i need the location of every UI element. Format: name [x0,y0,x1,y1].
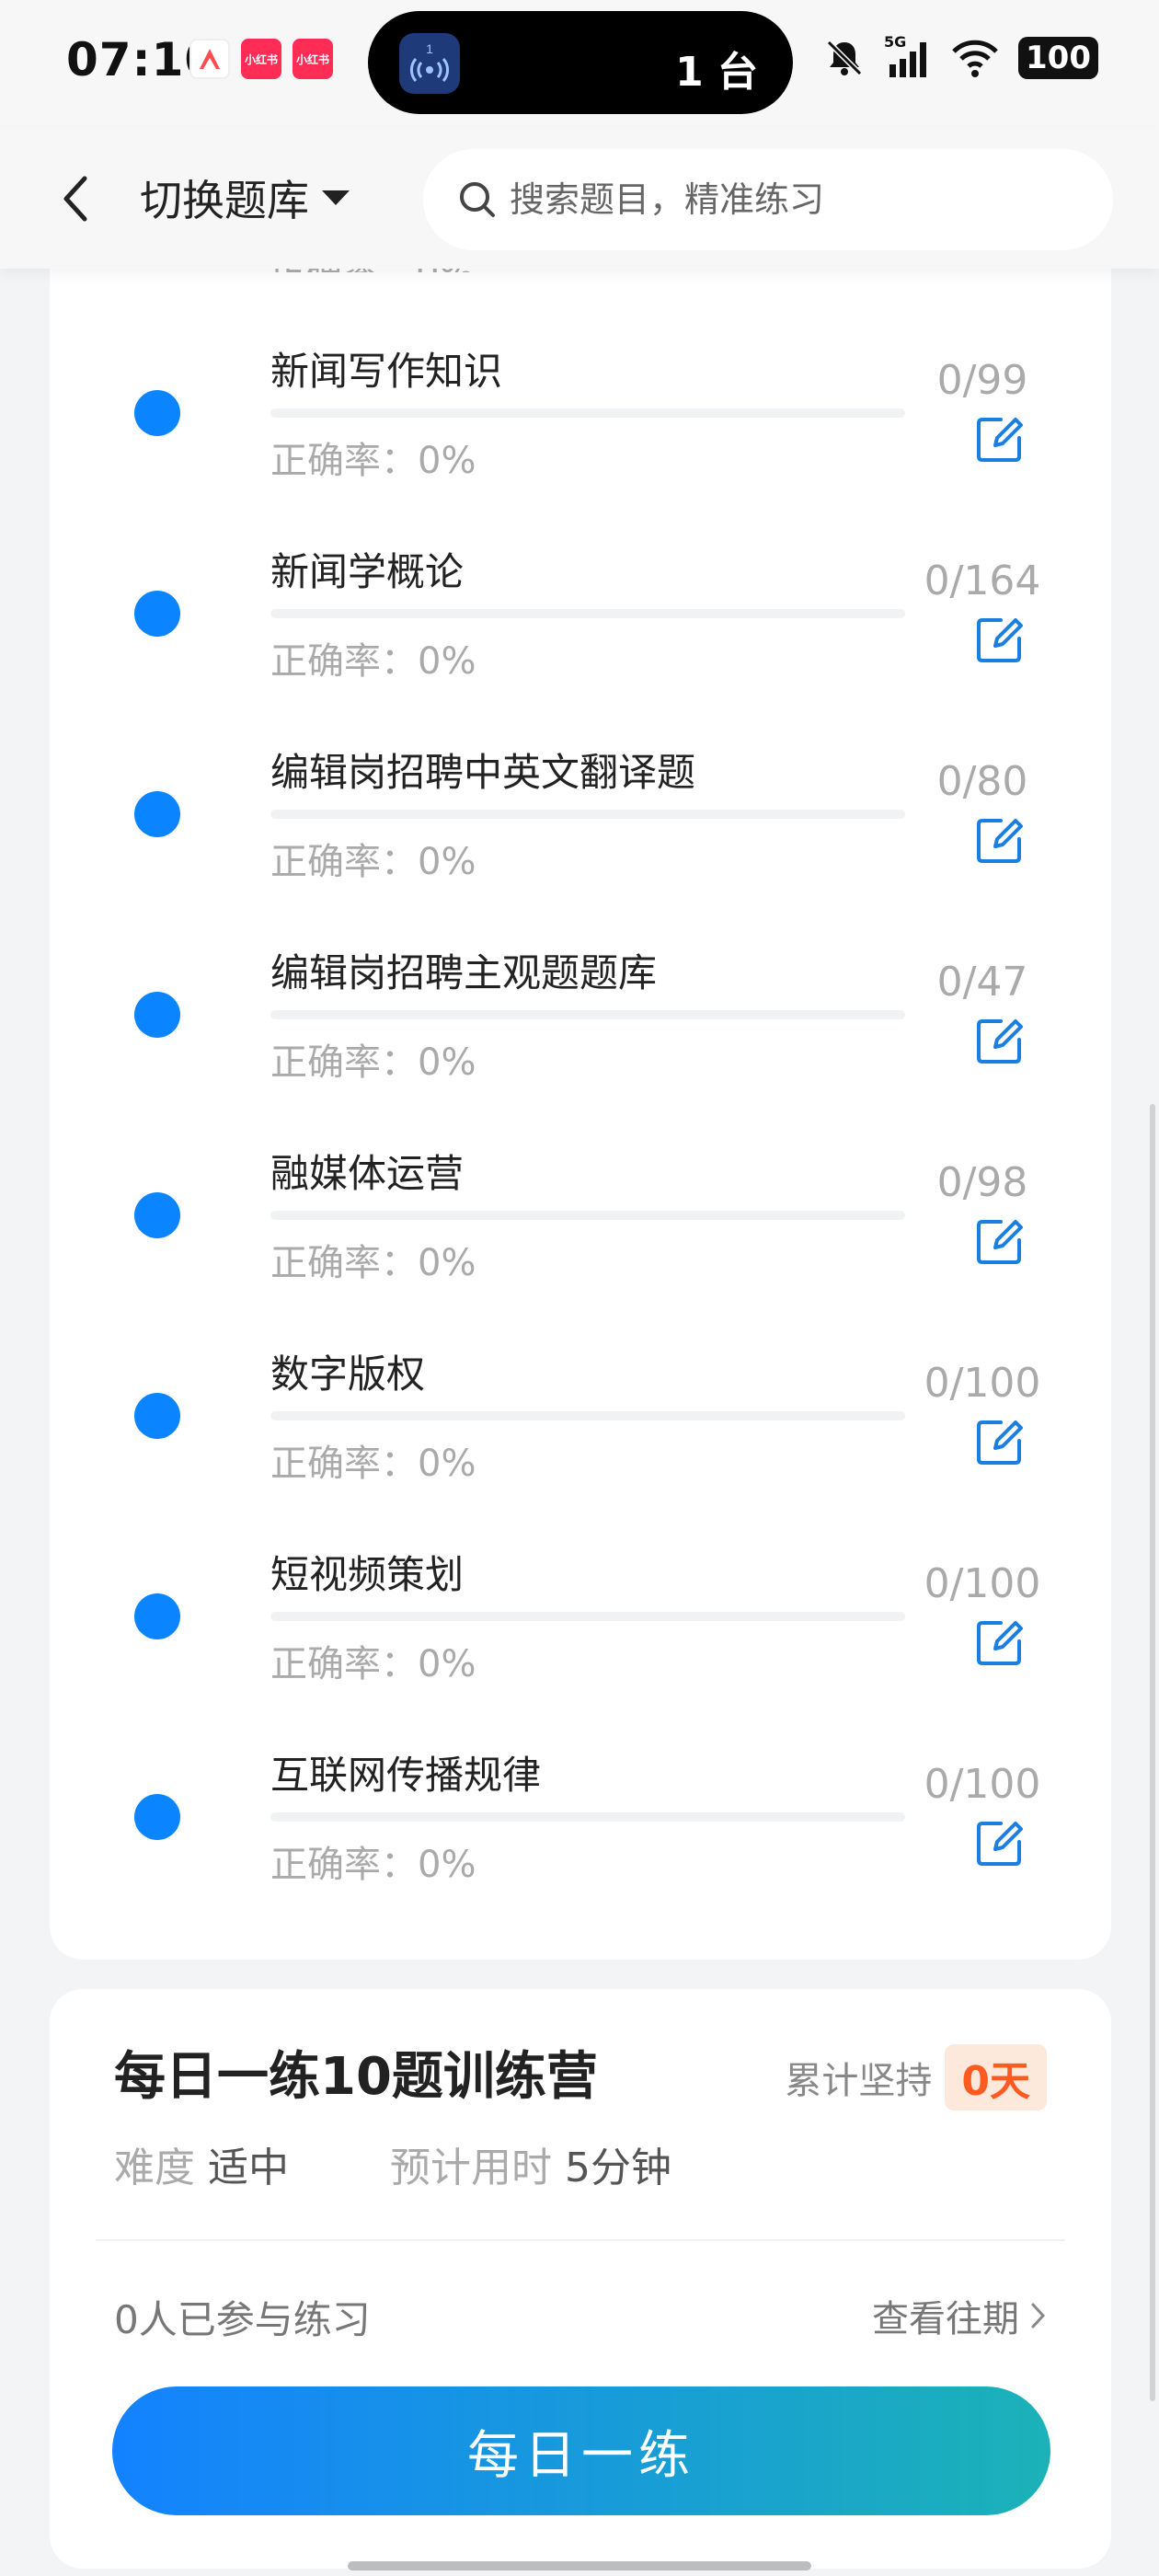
page-title: 切换题库 [140,176,309,225]
progress-bar [270,1812,905,1822]
bank-title: 互联网传播规律 [270,1753,542,1798]
top-nav: 切换题库 [0,129,1159,269]
edit-practice-icon[interactable] [973,1014,1028,1067]
caret-down-icon [322,190,350,205]
history-label: 查看往期 [872,2298,1019,2340]
xiaohongshu-icon: 小红书 [293,39,333,79]
difficulty-label: 难度 [114,2145,195,2191]
bullet-dot [134,791,180,837]
edit-practice-icon[interactable] [973,613,1028,666]
scrollbar[interactable] [1150,1104,1155,2401]
edit-practice-icon[interactable] [973,1214,1028,1268]
bank-title: 编辑岗招聘中英文翻译题 [270,750,696,795]
bank-title: 融媒体运营 [270,1151,465,1196]
progress-bar [270,408,905,418]
progress-bar [270,1411,905,1420]
difficulty-value: 适中 [208,2145,289,2191]
progress-bar [270,609,905,618]
time-label: 预计用时 [390,2145,552,2191]
question-count: 0/164 [924,558,1041,604]
streak-info: 累计坚持 0天 [785,2044,1047,2110]
question-bank-item[interactable]: 新闻写作知识 正确率：0% 0/99 [50,324,1111,524]
question-count: 0/98 [936,1159,1028,1206]
question-count: 0/100 [924,1560,1041,1607]
edit-practice-icon[interactable] [973,1816,1028,1869]
bank-title: 新闻写作知识 [270,349,503,394]
bank-title: 短视频策划 [270,1552,465,1597]
status-bar: 07:10 小红书 小红书 1 1 台 5G 100 [0,0,1159,129]
bullet-dot [134,1192,180,1238]
island-text: 1 台 [675,49,758,96]
island-badge: 1 [426,41,433,56]
search-box[interactable] [423,149,1113,250]
question-count: 0/47 [936,959,1028,1006]
question-bank-item[interactable]: 短视频策划正确率：0% 0/100 [50,1527,1111,1728]
bullet-dot [134,992,180,1038]
progress-bar [270,1211,905,1220]
daily-card-title: 每日一练10题训练营 [114,2047,598,2107]
question-bank-item[interactable]: 编辑岗招聘主观题题库 正确率：0% 0/47 [50,926,1111,1126]
system-icons: 5G 100 [823,33,1098,79]
accuracy-text: 正确率：0% [270,1041,476,1084]
progress-bar [270,1010,905,1019]
edit-practice-icon[interactable] [973,1616,1028,1669]
mute-bell-icon [826,40,863,76]
participants-count: 0人已参与练习 [114,2297,371,2342]
time-info: 预计用时 5分钟 [390,2134,671,2193]
bullet-dot [134,390,180,436]
difficulty-info: 难度 适中 [114,2134,289,2193]
question-count: 0/99 [936,357,1028,404]
question-count: 0/100 [924,1360,1041,1407]
edit-practice-icon[interactable] [973,813,1028,867]
accuracy-text: 正确率：0% [270,1844,476,1886]
bullet-dot [134,1393,180,1439]
accuracy-text: 正确率：0% [270,1443,476,1485]
progress-bar [270,810,905,819]
question-bank-item[interactable]: 新闻学概论正确率：0% 0/164 [50,524,1111,725]
switch-bank-dropdown[interactable]: 切换题库 [140,167,351,228]
bank-title: 编辑岗招聘主观题题库 [270,950,658,995]
bullet-dot [134,1593,180,1639]
accuracy-text: 正确率：0% [270,841,476,883]
wifi-icon [952,40,998,77]
question-bank-item[interactable]: 互联网传播规律 正确率：0% 0/100 [50,1728,1111,1928]
divider [96,2239,1065,2241]
search-icon [460,182,495,217]
time-value: 5分钟 [565,2145,671,2191]
app-notification-icon [189,39,230,79]
notification-icons: 小红书 小红书 [189,39,333,79]
accuracy-text: 正确率：0% [270,640,476,683]
broadcast-app-icon: 1 [399,33,460,94]
signal-icon: 5G [884,33,932,79]
accuracy-text: 正确率：0% [270,1242,476,1284]
edit-practice-icon[interactable] [973,1415,1028,1468]
question-count: 0/80 [936,758,1028,805]
bullet-dot [134,1794,180,1840]
daily-practice-card: 每日一练10题训练营 累计坚持 0天 难度 适中 预计用时 5分钟 0人已参与练习 … [50,1989,1111,2569]
question-bank-item[interactable]: 数字版权正确率：0% 0/100 [50,1327,1111,1527]
daily-practice-button[interactable]: 每日一练 [112,2386,1050,2515]
search-input[interactable] [510,179,1080,220]
xiaohongshu-icon: 小红书 [241,39,281,79]
home-indicator[interactable] [348,2561,811,2570]
back-arrow-icon[interactable] [50,169,105,228]
progress-bar [270,1612,905,1621]
accuracy-text: 正确率：0% [270,1643,476,1685]
bank-title: 新闻学概论 [270,549,465,594]
chevron-right-icon [1031,2303,1046,2329]
question-bank-item[interactable]: 融媒体运营正确率：0% 0/98 [50,1126,1111,1327]
accuracy-text: 正确率：0% [270,440,476,482]
streak-label: 累计坚持 [785,2060,933,2102]
edit-practice-icon[interactable] [973,412,1028,466]
screen: 07:10 小红书 小红书 1 1 台 5G 100 切换题库 搜索题目，精准练… [0,0,1159,2576]
streak-badge: 0天 [945,2044,1047,2110]
question-bank-item[interactable]: 编辑岗招聘中英文翻译题 正确率：0% 0/80 [50,725,1111,926]
battery-indicator: 100 [1018,37,1098,79]
question-count: 0/100 [924,1761,1041,1808]
dynamic-island[interactable]: 1 1 台 [368,11,793,114]
view-history-link[interactable]: 查看往期 [872,2289,1047,2342]
bank-title: 数字版权 [270,1351,426,1397]
bullet-dot [134,591,180,637]
